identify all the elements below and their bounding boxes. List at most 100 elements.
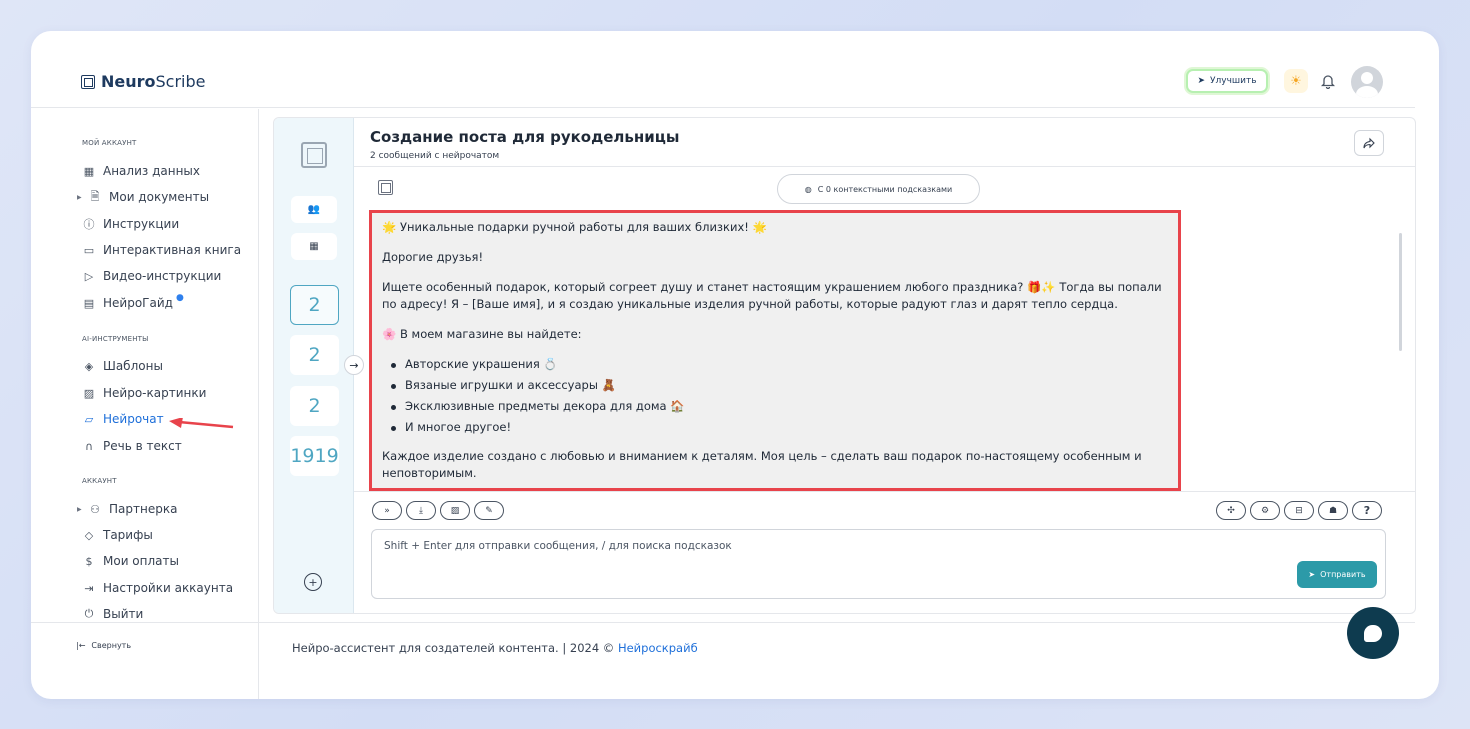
message-intro: Ищете особенный подарок, который согреет… (382, 280, 1162, 311)
toolbar-divider (354, 491, 1415, 492)
sidebar-item-label: Анализ данных (103, 164, 200, 178)
robot-icon[interactable]: ☗ (1318, 501, 1348, 520)
sidebar-item-video-instructions[interactable]: ▷ Видео-инструкции (83, 267, 222, 285)
sidebar-divider (31, 622, 259, 623)
sidebar-item-neurochat[interactable]: ▱ Нейрочат (83, 410, 164, 428)
collapse-left-icon: |← (76, 641, 86, 650)
sidebar-item-label: Шаблоны (103, 359, 163, 373)
help-icon[interactable]: ? (1352, 501, 1382, 520)
sidebar-item-label: Нейро-картинки (103, 386, 207, 400)
headphones-icon: ∩ (84, 439, 94, 453)
sidebar-item-my-payments[interactable]: $ Мои оплаты (83, 552, 179, 570)
sidebar-item-tariffs[interactable]: ◇ Тарифы (83, 526, 153, 544)
share-button[interactable] (1354, 130, 1384, 156)
rocket-icon: ➤ (1197, 76, 1206, 86)
book-icon: ▭ (83, 243, 95, 257)
title-divider (354, 166, 1415, 167)
chat-title: Создание поста для рукодельницы (370, 128, 680, 146)
grid-tab-icon[interactable]: ▦ (291, 233, 337, 260)
caret-right-icon: ▶ (77, 505, 82, 513)
section-account: АККАУНТ (82, 477, 117, 485)
collapse-label: Свернуть (91, 641, 132, 650)
bell-icon[interactable] (1317, 70, 1339, 92)
brand-name-bold: Neuro (101, 72, 156, 91)
sidebar-item-speech-to-text[interactable]: ∩ Речь в текст (83, 437, 182, 455)
sidebar-item-account-settings[interactable]: ⇥ Настройки аккаунта (83, 579, 233, 597)
theme-toggle-sun-icon[interactable]: ☀ (1284, 69, 1308, 93)
scrollbar[interactable] (1399, 233, 1402, 351)
sidebar-item-neuroguide[interactable]: ▤ НейроГайд ● (83, 293, 184, 312)
input-placeholder: Shift + Enter для отправки сообщения, / … (384, 540, 732, 552)
share-icon (1363, 137, 1375, 149)
sidebar-item-label: Инструкции (103, 217, 180, 231)
footer-link[interactable]: Нейроскрайб (618, 641, 698, 655)
brand-name-rest: Scribe (155, 72, 206, 91)
context-label: С 0 контекстными подсказками (817, 184, 953, 194)
collapse-button[interactable]: |← Свернуть (76, 641, 131, 650)
sidebar-item-logout[interactable]: ⏻ Выйти (83, 605, 144, 623)
sidebar-item-partner[interactable]: ▶ ⚇ Партнерка (77, 500, 177, 518)
magic-wand-icon[interactable]: ✎ (474, 501, 504, 520)
layout-icon[interactable]: ⊟ (1284, 501, 1314, 520)
document-icon: 🗎 (90, 189, 100, 203)
grid-icon: ▦ (83, 164, 95, 178)
list-item: Эксклюзивные предметы декора для дома 🏠 (382, 398, 1168, 415)
chevron-down-double-icon[interactable]: » (372, 501, 402, 520)
sidebar-item-templates[interactable]: ◈ Шаблоны (83, 357, 163, 375)
chat-icon: ▱ (84, 412, 94, 426)
send-label: Отправить (1320, 570, 1366, 579)
upgrade-button[interactable]: ➤ Улучшить (1186, 69, 1268, 93)
palette-icon: ◍ (804, 184, 812, 194)
list-item: Авторские украшения 💍 (382, 356, 1168, 373)
brand-logo[interactable]: NeuroScribe (81, 72, 206, 91)
sidebar-item-label: Интерактивная книга (103, 243, 242, 257)
sidebar-item-label: Настройки аккаунта (103, 581, 234, 595)
assistant-logo-icon (378, 180, 393, 195)
list-item: Вязаные игрушки и аксессуары 🧸 (382, 377, 1168, 394)
message-headline: 🌟 Уникальные подарки ручной работы для в… (382, 220, 767, 234)
sidebar-item-neuro-images[interactable]: ▨ Нейро-картинки (83, 384, 207, 402)
help-icon: ⓘ (83, 218, 95, 231)
settings-icon[interactable]: ⚙ (1250, 501, 1280, 520)
upgrade-label: Улучшить (1210, 76, 1257, 86)
sidebar-item-instructions[interactable]: ⓘ Инструкции (83, 215, 180, 233)
rail-counter-4[interactable]: 1919 (290, 436, 339, 476)
add-chat-icon[interactable]: + (304, 573, 322, 591)
send-button[interactable]: ➤ Отправить (1297, 561, 1377, 588)
sidebar-item-interactive-book[interactable]: ▭ Интерактивная книга (83, 241, 241, 259)
support-chat-widget[interactable] (1347, 607, 1399, 659)
login-icon: ⇥ (84, 581, 94, 595)
download-icon[interactable]: ⤓ (406, 501, 436, 520)
rail-counter-1[interactable]: 2 (290, 285, 339, 325)
avatar[interactable] (1351, 66, 1383, 98)
footer-text: Нейро-ассистент для создателей контента.… (292, 641, 618, 655)
puzzle-icon[interactable]: ✣ (1216, 501, 1246, 520)
power-icon: ⏻ (84, 607, 94, 620)
context-hints-pill[interactable]: ◍ С 0 контекстными подсказками (777, 174, 980, 204)
users-tab-icon[interactable]: 👥 (291, 196, 337, 223)
logo-icon (81, 74, 95, 89)
chat-subtitle: 2 сообщений с нейрочатом (370, 151, 500, 161)
sidebar-item-data-analysis[interactable]: ▦ Анализ данных (83, 162, 200, 180)
new-dot-icon: ● (175, 293, 184, 303)
sidebar-item-my-documents[interactable]: ▶ 🗎 Мои документы (77, 188, 209, 206)
message-input[interactable]: Shift + Enter для отправки сообщения, / … (371, 529, 1386, 599)
list-item: И многое другое! (382, 419, 1168, 436)
expand-arrow-icon[interactable]: → (344, 355, 364, 375)
image-icon: ▨ (83, 386, 95, 400)
users-icon: ⚇ (90, 502, 100, 516)
video-icon: ▷ (84, 269, 94, 283)
sidebar: МОЙ АККАУНТ ▦ Анализ данных ▶ 🗎 Мои доку… (31, 109, 259, 699)
sidebar-item-label: НейроГайд (103, 296, 173, 310)
image-upload-icon[interactable]: ▨ (440, 501, 470, 520)
caret-right-icon: ▶ (77, 193, 82, 201)
dollar-icon: $ (85, 554, 93, 568)
sidebar-item-label: Речь в текст (103, 439, 182, 453)
red-arrow-annotation (169, 418, 234, 429)
sidebar-item-label: Выйти (103, 607, 144, 621)
tag-icon: ◇ (84, 528, 94, 542)
chat-rail: 👥 ▦ 2 2 2 1919 + (274, 118, 354, 613)
rail-counter-3[interactable]: 2 (290, 386, 339, 426)
rail-counter-2[interactable]: 2 (290, 335, 339, 375)
send-icon: ➤ (1308, 570, 1316, 579)
